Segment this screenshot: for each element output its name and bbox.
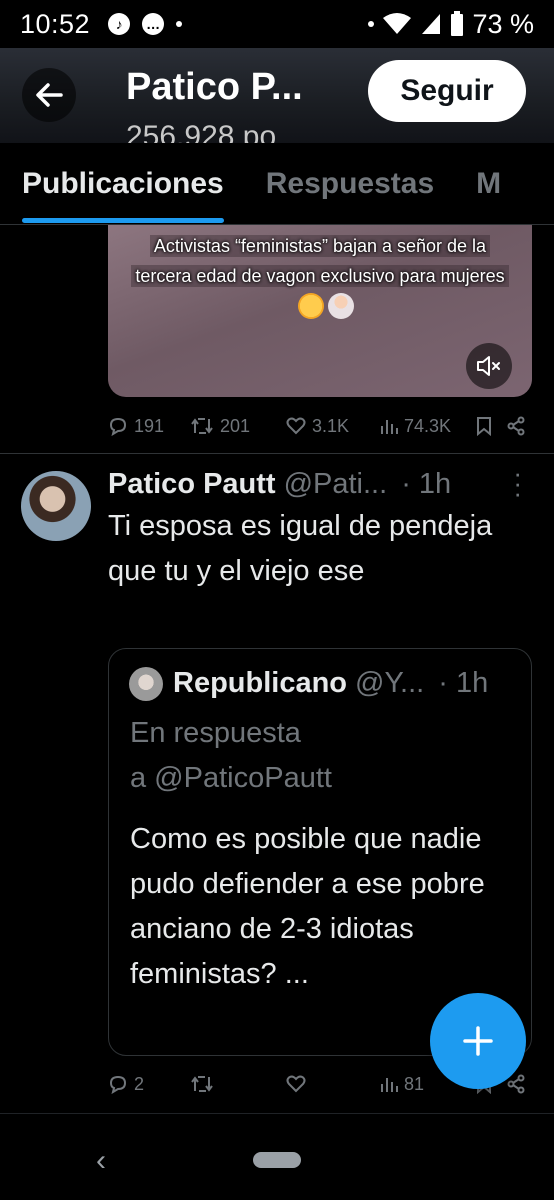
status-bar: 10:52 ♪ … 73 % [0, 0, 554, 48]
bookmark-button[interactable] [476, 416, 506, 436]
reply-context-line-2: a @PaticoPautt [130, 762, 332, 794]
like-button[interactable] [286, 1075, 380, 1093]
battery-icon [451, 11, 464, 36]
author-handle[interactable]: @Pati... [284, 468, 388, 501]
post-count-subtitle: 256.928 po [126, 120, 277, 143]
tweet-time: · 1h [401, 467, 452, 500]
more-icon[interactable]: · · · [513, 460, 522, 506]
author-name[interactable]: Patico Pautt [108, 468, 276, 501]
quoted-text: Como es posible que nadie pudo defiender… [130, 823, 485, 990]
reply-icon [109, 417, 127, 436]
quoted-author-handle: @Y... [355, 666, 425, 699]
reply-button[interactable]: 191 [108, 416, 190, 437]
profile-header: Patico P... 256.928 po Seguir [0, 48, 554, 143]
tweet-text: Ti esposa es igual de pendeja que tu y e… [108, 510, 493, 587]
repost-count: 201 [220, 415, 251, 436]
system-back-icon[interactable]: ‹ [96, 1144, 106, 1178]
wifi-icon [383, 13, 412, 34]
views-button[interactable]: 74.3K [380, 416, 476, 437]
avatar[interactable] [21, 471, 91, 541]
battery-percent: 73 % [472, 8, 534, 39]
repost-button[interactable]: 201 [190, 416, 286, 437]
video-player[interactable]: Activistas “feministas” bajan a señor de… [108, 225, 532, 397]
like-icon [286, 1075, 306, 1093]
mute-icon [477, 356, 500, 376]
repost-icon [191, 1076, 213, 1092]
views-count: 81 [404, 1073, 425, 1094]
video-caption-line-1: Activistas “feministas” bajan a señor de… [149, 235, 491, 257]
quoted-header: Republicano @Y... · 1h [173, 663, 523, 703]
reply-icon [109, 1075, 127, 1094]
views-count: 74.3K [404, 415, 452, 436]
quoted-author-name: Republicano [173, 666, 348, 699]
profile-name-title: Patico P... [126, 66, 303, 108]
like-icon [286, 417, 306, 435]
tab-more[interactable]: M [476, 143, 501, 224]
status-time: 10:52 [20, 8, 91, 39]
video-caption: Activistas “feministas” bajan a señor de… [108, 231, 532, 291]
more-notifications-dot-icon [176, 21, 183, 27]
compose-button[interactable] [430, 993, 526, 1089]
back-arrow-icon [36, 83, 63, 107]
bookmark-icon [477, 417, 491, 436]
home-pill-handle[interactable] [253, 1152, 301, 1168]
quoted-time: · 1h [438, 666, 489, 699]
reply-context-line-1: En respuesta [130, 717, 301, 749]
profile-tabs: Publicaciones Respuestas M [0, 143, 554, 225]
chat-notification-icon: … [142, 13, 165, 35]
quoted-avatar [129, 667, 163, 701]
tab-respuestas[interactable]: Respuestas [266, 143, 434, 224]
mute-button[interactable] [466, 343, 512, 389]
reply-count: 2 [134, 1073, 145, 1094]
music-notification-icon: ♪ [108, 13, 131, 35]
person-gesturing-emoji-icon [328, 293, 354, 319]
reply-button[interactable]: 2 [108, 1074, 190, 1095]
post-divider [0, 453, 554, 454]
follow-button[interactable]: Seguir [368, 60, 526, 122]
share-button[interactable] [506, 416, 526, 436]
reply-count: 191 [134, 415, 165, 436]
share-icon [507, 416, 525, 436]
system-nav-bar: ‹ [0, 1113, 554, 1200]
views-icon [381, 1078, 398, 1092]
shocked-face-emoji-icon [298, 293, 324, 319]
tweet-header: Patico Pautt @Pati... · 1h · · · [108, 460, 538, 506]
video-caption-line-2: tercera edad de vagon exclusivo para muj… [131, 265, 509, 287]
reply-context: En respuesta a @PaticoPautt [130, 711, 520, 801]
compose-plus-icon [463, 1026, 493, 1056]
signal-icon [422, 14, 441, 34]
views-icon [381, 420, 398, 434]
post-actions: 191 201 3.1K 74.3K [108, 411, 528, 441]
like-count: 3.1K [312, 415, 350, 436]
repost-icon [191, 418, 213, 434]
privacy-dot-icon [368, 21, 375, 27]
back-button[interactable] [22, 68, 76, 122]
repost-button[interactable] [190, 1074, 286, 1094]
tab-publicaciones[interactable]: Publicaciones [22, 143, 224, 224]
like-button[interactable]: 3.1K [286, 416, 380, 437]
